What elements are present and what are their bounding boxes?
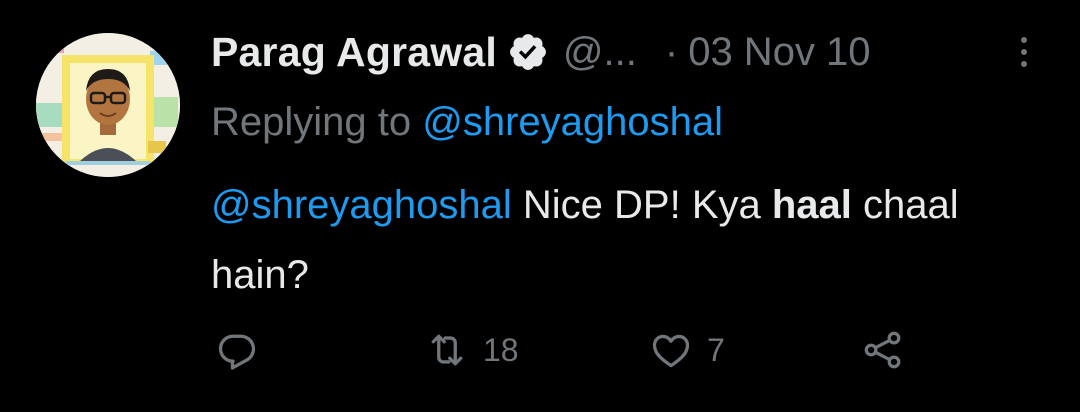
like-button[interactable]: 7	[649, 325, 725, 375]
heart-icon	[652, 334, 690, 368]
avatar-image	[36, 33, 180, 177]
separator-dot: ·	[664, 29, 679, 74]
share-icon	[864, 331, 901, 369]
retweet-count: 18	[483, 331, 519, 368]
body-mention-link[interactable]: @shreyaghoshal	[211, 183, 512, 227]
like-count: 7	[707, 331, 725, 368]
verified-badge-icon	[507, 31, 549, 73]
retweet-button[interactable]: 18	[425, 325, 519, 375]
author-handle[interactable]: @...	[563, 30, 637, 75]
reply-icon	[218, 334, 256, 370]
avatar[interactable]	[36, 33, 180, 177]
replying-to: Replying to @shreyaghoshal	[211, 100, 723, 145]
replying-prefix: Replying to	[211, 100, 412, 144]
replying-to-mention-link[interactable]: @shreyaghoshal	[422, 100, 723, 144]
author-name[interactable]: Parag Agrawal	[211, 29, 497, 76]
tweet-card[interactable]: Parag Agrawal @... · 03 Nov 10 Replying …	[0, 0, 1080, 412]
share-button[interactable]	[861, 325, 905, 375]
tweet-header: Parag Agrawal @... · 03 Nov 10	[211, 26, 1040, 78]
tweet-text: @shreyaghoshal Nice DP! Kya haal chaal h…	[211, 170, 1051, 310]
reply-button[interactable]	[215, 325, 273, 375]
more-vertical-icon[interactable]	[1012, 32, 1036, 72]
retweet-icon	[431, 334, 463, 366]
tweet-date[interactable]: 03 Nov 10	[688, 30, 870, 75]
body-text-bold: haal	[771, 183, 852, 227]
body-text-part-1: Nice DP! Kya	[511, 183, 772, 227]
action-bar: 18 7	[211, 325, 931, 375]
